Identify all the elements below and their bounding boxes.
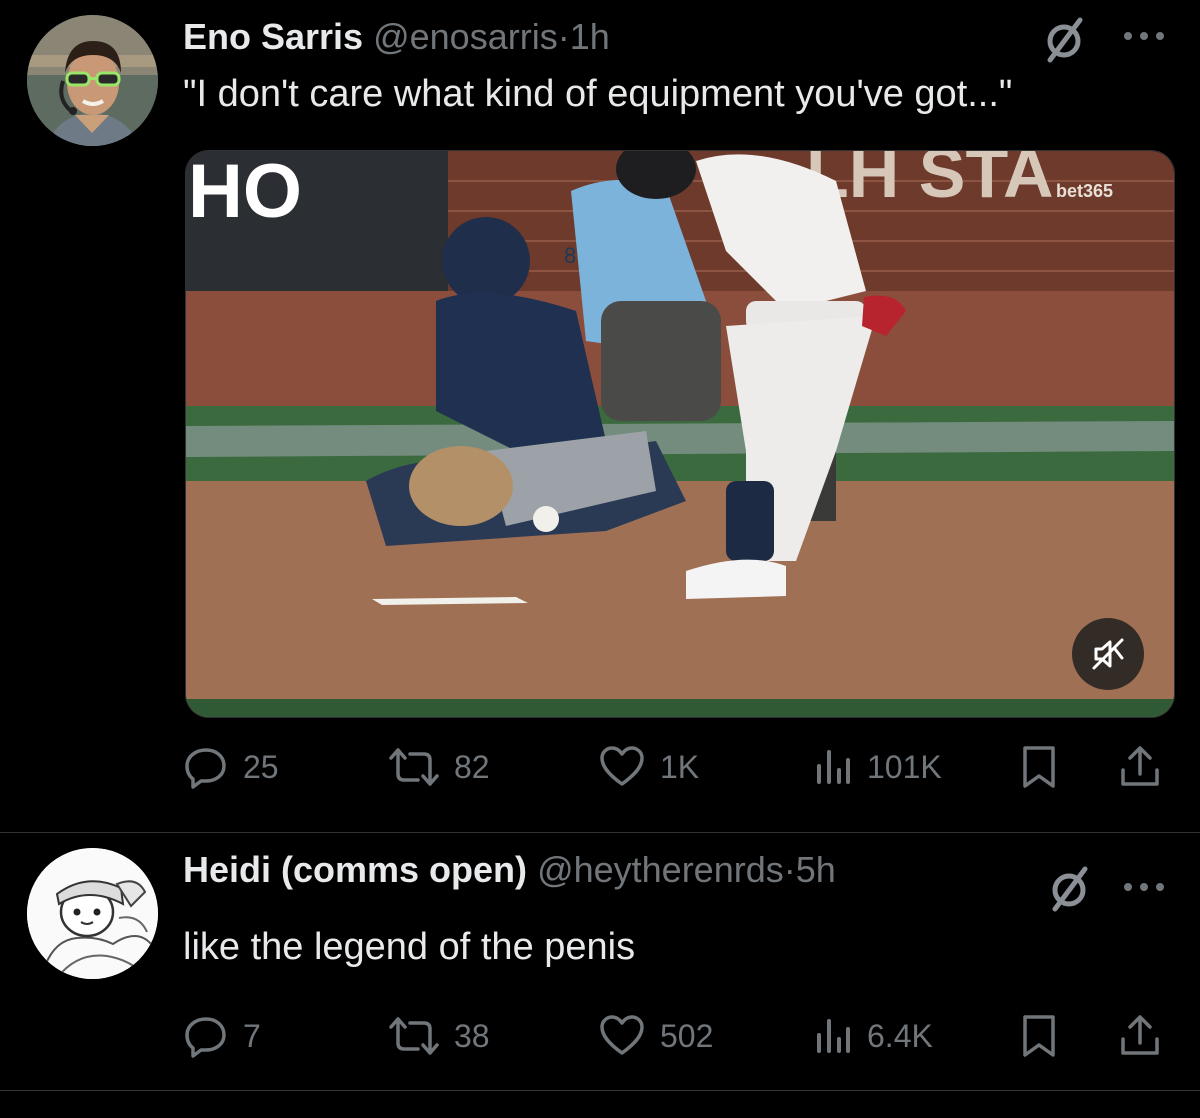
grok-slash-icon[interactable] bbox=[1040, 16, 1088, 64]
views-count: 101K bbox=[867, 748, 942, 785]
scoreboard-text: HO bbox=[188, 151, 302, 234]
separator-dot: · bbox=[783, 849, 796, 890]
speaker-muted-icon bbox=[1092, 638, 1124, 670]
more-icon[interactable] bbox=[1118, 867, 1170, 907]
grok-slash-icon[interactable] bbox=[1045, 865, 1093, 913]
more-icon[interactable] bbox=[1118, 16, 1170, 56]
views-chart-icon bbox=[817, 1019, 850, 1053]
repost-button[interactable]: 82 bbox=[388, 742, 490, 792]
repost-icon bbox=[389, 748, 439, 786]
author-name[interactable]: Eno Sarris bbox=[183, 16, 363, 57]
avatar[interactable] bbox=[27, 15, 158, 146]
bookmark-icon bbox=[1023, 1015, 1055, 1057]
wall-text: LH STA bbox=[806, 151, 1054, 212]
repost-button[interactable]: 38 bbox=[388, 1011, 490, 1061]
reply-count: 7 bbox=[243, 1017, 261, 1054]
avatar[interactable] bbox=[27, 848, 158, 979]
reply-count: 25 bbox=[243, 748, 279, 785]
share-icon bbox=[1121, 746, 1159, 786]
like-button[interactable]: 1K bbox=[598, 742, 699, 792]
tweet-header: Heidi (comms open) @heytherenrds·5h bbox=[183, 848, 836, 892]
views-count: 6.4K bbox=[867, 1017, 933, 1054]
heart-icon bbox=[600, 1015, 644, 1055]
sponsor-text: bet365 bbox=[1056, 181, 1113, 201]
avatar-photo bbox=[27, 15, 158, 146]
tweet[interactable]: Heidi (comms open) @heytherenrds·5h like… bbox=[0, 833, 1200, 1090]
views-button[interactable]: 101K bbox=[813, 742, 942, 792]
separator-dot: · bbox=[557, 16, 570, 57]
like-count: 1K bbox=[660, 748, 700, 785]
reply-icon bbox=[185, 1017, 226, 1058]
like-button[interactable]: 502 bbox=[598, 1011, 713, 1061]
tweet[interactable]: Eno Sarris @enosarris·1h "I don't care w… bbox=[0, 0, 1200, 832]
views-button[interactable]: 6.4K bbox=[813, 1011, 933, 1061]
reply-button[interactable]: 7 bbox=[183, 1011, 261, 1061]
views-chart-icon bbox=[817, 750, 850, 784]
bookmark-button[interactable] bbox=[1019, 1011, 1059, 1061]
share-icon bbox=[1121, 1015, 1159, 1055]
heart-icon bbox=[600, 746, 644, 786]
uniform-number: 8 bbox=[564, 243, 576, 268]
author-handle[interactable]: @heytherenrds bbox=[537, 849, 784, 890]
tweet-text: like the legend of the penis bbox=[183, 926, 636, 968]
tweet-header: Eno Sarris @enosarris·1h bbox=[183, 15, 610, 59]
bookmark-icon bbox=[1023, 746, 1055, 788]
reply-icon bbox=[185, 748, 226, 789]
repost-count: 82 bbox=[454, 748, 490, 785]
tweet-text: "I don't care what kind of equipment you… bbox=[183, 73, 1013, 115]
share-button[interactable] bbox=[1119, 742, 1161, 792]
like-count: 502 bbox=[660, 1017, 714, 1054]
video-frame: HO LH STA bet365 8 bbox=[186, 151, 1174, 717]
author-name[interactable]: Heidi (comms open) bbox=[183, 849, 527, 890]
action-bar: 25 82 1K 101K bbox=[183, 742, 1163, 792]
repost-count: 38 bbox=[454, 1017, 490, 1054]
avatar-drawing bbox=[27, 848, 158, 979]
video-player[interactable]: HO LH STA bet365 8 bbox=[185, 150, 1175, 718]
repost-icon bbox=[389, 1017, 439, 1055]
action-bar: 7 38 502 6.4K bbox=[183, 1011, 1163, 1061]
author-handle[interactable]: @enosarris bbox=[373, 16, 558, 57]
reply-button[interactable]: 25 bbox=[183, 742, 279, 792]
divider bbox=[0, 1090, 1200, 1091]
mute-button[interactable] bbox=[1072, 618, 1144, 690]
timestamp[interactable]: 1h bbox=[570, 16, 610, 57]
bookmark-button[interactable] bbox=[1019, 742, 1059, 792]
timestamp[interactable]: 5h bbox=[796, 849, 836, 890]
share-button[interactable] bbox=[1119, 1011, 1161, 1061]
